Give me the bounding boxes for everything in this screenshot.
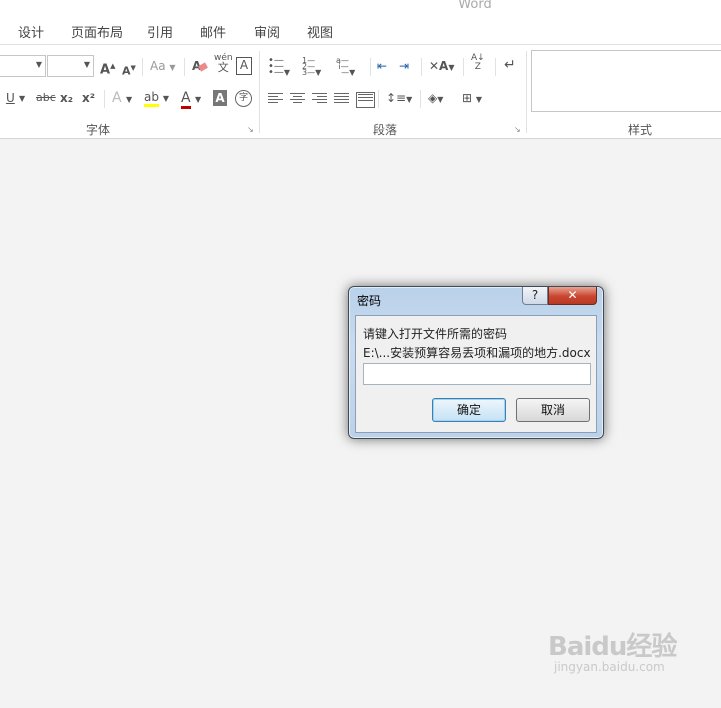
dialog-body: 请键入打开文件所需的密码 E:\...安装预算容易丢项和漏项的地方.docx 确…: [355, 315, 597, 433]
font-name-combo[interactable]: ▼: [0, 55, 46, 77]
tab-page-layout[interactable]: 页面布局: [71, 22, 123, 41]
chinese-layout-icon: ✕A: [429, 59, 449, 73]
watermark-logo: Baidu经验: [548, 632, 677, 662]
borders-button[interactable]: ⊞ ▼: [462, 90, 482, 108]
ribbon: ▼ ▼ A▲ A▼ Aa ▼ A wén 文 A U ▼ abc x₂ x² A …: [0, 44, 721, 139]
phonetic-guide-char: 文: [217, 61, 229, 74]
shrink-font-button[interactable]: A▼: [122, 60, 136, 80]
sort-icon: A↓ Z: [471, 53, 485, 72]
tab-references[interactable]: 引用: [147, 22, 173, 41]
highlight-icon: ab: [144, 90, 159, 107]
divider: [420, 90, 421, 108]
ok-button[interactable]: 确定: [432, 398, 506, 422]
divider: [463, 58, 464, 76]
group-label-paragraph: 段落: [373, 123, 398, 137]
divider: [495, 58, 496, 76]
decrease-indent-button[interactable]: ⇤: [377, 58, 387, 74]
highlight-button[interactable]: ab ▼: [144, 89, 169, 107]
enclose-characters-button[interactable]: 字: [235, 90, 252, 107]
paragraph-dialog-launcher-icon[interactable]: ↘: [514, 125, 521, 134]
password-input[interactable]: [363, 363, 591, 385]
bullets-button[interactable]: •— •— •—▼: [268, 55, 290, 81]
file-path: E:\...安装预算容易丢项和漏项的地方.docx: [363, 346, 591, 360]
increase-indent-button[interactable]: ⇥: [399, 58, 409, 74]
shrink-font-icon: A: [122, 64, 131, 78]
chinese-layout-button[interactable]: ✕A▼: [429, 58, 455, 76]
divider: [370, 58, 371, 76]
watermark-url: jingyan.baidu.com: [554, 660, 665, 674]
subscript-button[interactable]: x₂: [60, 90, 73, 106]
superscript-button[interactable]: x²: [82, 90, 95, 106]
decrease-indent-icon: ⇤: [377, 59, 388, 73]
divider: [421, 58, 422, 76]
group-divider: [259, 51, 260, 133]
password-prompt: 请键入打开文件所需的密码: [363, 327, 508, 341]
divider: [104, 90, 105, 108]
tab-mailings[interactable]: 邮件: [200, 22, 226, 41]
underline-button[interactable]: U: [6, 90, 15, 106]
borders-icon: ⊞: [462, 91, 473, 105]
justify-icon[interactable]: [334, 93, 349, 105]
line-spacing-icon: ↕≡: [386, 91, 407, 105]
sort-button[interactable]: A↓ Z: [471, 54, 485, 72]
app-title: Word: [458, 0, 492, 12]
close-button[interactable]: ✕: [548, 287, 597, 305]
character-border-button[interactable]: A: [236, 57, 252, 75]
divider: [142, 58, 143, 76]
tab-view[interactable]: 视图: [307, 22, 333, 41]
chevron-down-icon: ▼: [83, 60, 90, 69]
shading-button[interactable]: ◈▼: [428, 90, 443, 108]
text-effects-icon: A: [112, 90, 122, 106]
styles-gallery[interactable]: [531, 50, 721, 112]
dialog-title: 密码: [357, 294, 382, 308]
multilevel-list-icon: a— i— —: [336, 56, 350, 77]
grow-font-button[interactable]: A▲: [100, 58, 115, 78]
increase-indent-icon: ⇥: [399, 59, 410, 73]
numbering-button[interactable]: 1— 2— 3—▼: [302, 56, 321, 81]
phonetic-guide-button[interactable]: wén 文: [214, 53, 233, 74]
align-center-icon[interactable]: [290, 93, 305, 105]
divider: [378, 90, 379, 108]
clear-formatting-button[interactable]: A: [192, 58, 209, 74]
baidu-jingyan-watermark: Baidu经验 jingyan.baidu.com: [548, 626, 677, 674]
help-button[interactable]: ?: [522, 287, 548, 305]
text-effects-button[interactable]: A ▼: [112, 90, 132, 108]
bullet-list-icon: •— •— •—: [268, 55, 284, 78]
tab-review[interactable]: 审阅: [254, 22, 280, 41]
grow-font-icon: A: [100, 62, 111, 78]
paragraph-mark-icon: ↵: [504, 57, 516, 73]
font-color-icon: A: [181, 90, 191, 109]
chevron-down-icon[interactable]: ▼: [19, 91, 25, 107]
tab-design[interactable]: 设计: [18, 22, 44, 41]
line-spacing-button[interactable]: ↕≡▼: [386, 90, 412, 108]
ribbon-tab-bar: Word 设计 页面布局 引用 邮件 审阅 视图: [0, 0, 721, 44]
character-shading-button[interactable]: A: [213, 90, 227, 106]
strikethrough-button[interactable]: abc: [36, 90, 56, 106]
help-icon: ?: [531, 288, 539, 302]
align-left-icon[interactable]: [268, 93, 283, 105]
show-marks-button[interactable]: ↵: [504, 57, 516, 73]
change-case-icon: Aa: [150, 59, 166, 73]
numbered-list-icon: 1— 2— 3—: [302, 56, 316, 77]
paint-bucket-icon: ◈: [428, 91, 438, 105]
change-case-button[interactable]: Aa ▼: [150, 58, 176, 76]
close-icon: ✕: [567, 288, 578, 302]
font-color-button[interactable]: A ▼: [181, 90, 201, 109]
group-divider: [526, 51, 527, 133]
font-dialog-launcher-icon[interactable]: ↘: [247, 125, 254, 134]
cancel-button[interactable]: 取消: [516, 398, 590, 422]
group-label-font: 字体: [86, 123, 111, 137]
group-label-styles: 样式: [628, 123, 653, 137]
password-dialog: 密码 ? ✕ 请键入打开文件所需的密码 E:\...安装预算容易丢项和漏项的地方…: [348, 286, 604, 439]
font-size-combo[interactable]: ▼: [47, 55, 94, 77]
multilevel-list-button[interactable]: a— i— —▼: [336, 56, 355, 81]
distributed-icon[interactable]: [356, 92, 375, 108]
align-right-icon[interactable]: [312, 93, 327, 105]
chevron-down-icon: ▼: [35, 60, 42, 69]
divider: [184, 58, 185, 76]
eraser-icon: [198, 62, 209, 72]
